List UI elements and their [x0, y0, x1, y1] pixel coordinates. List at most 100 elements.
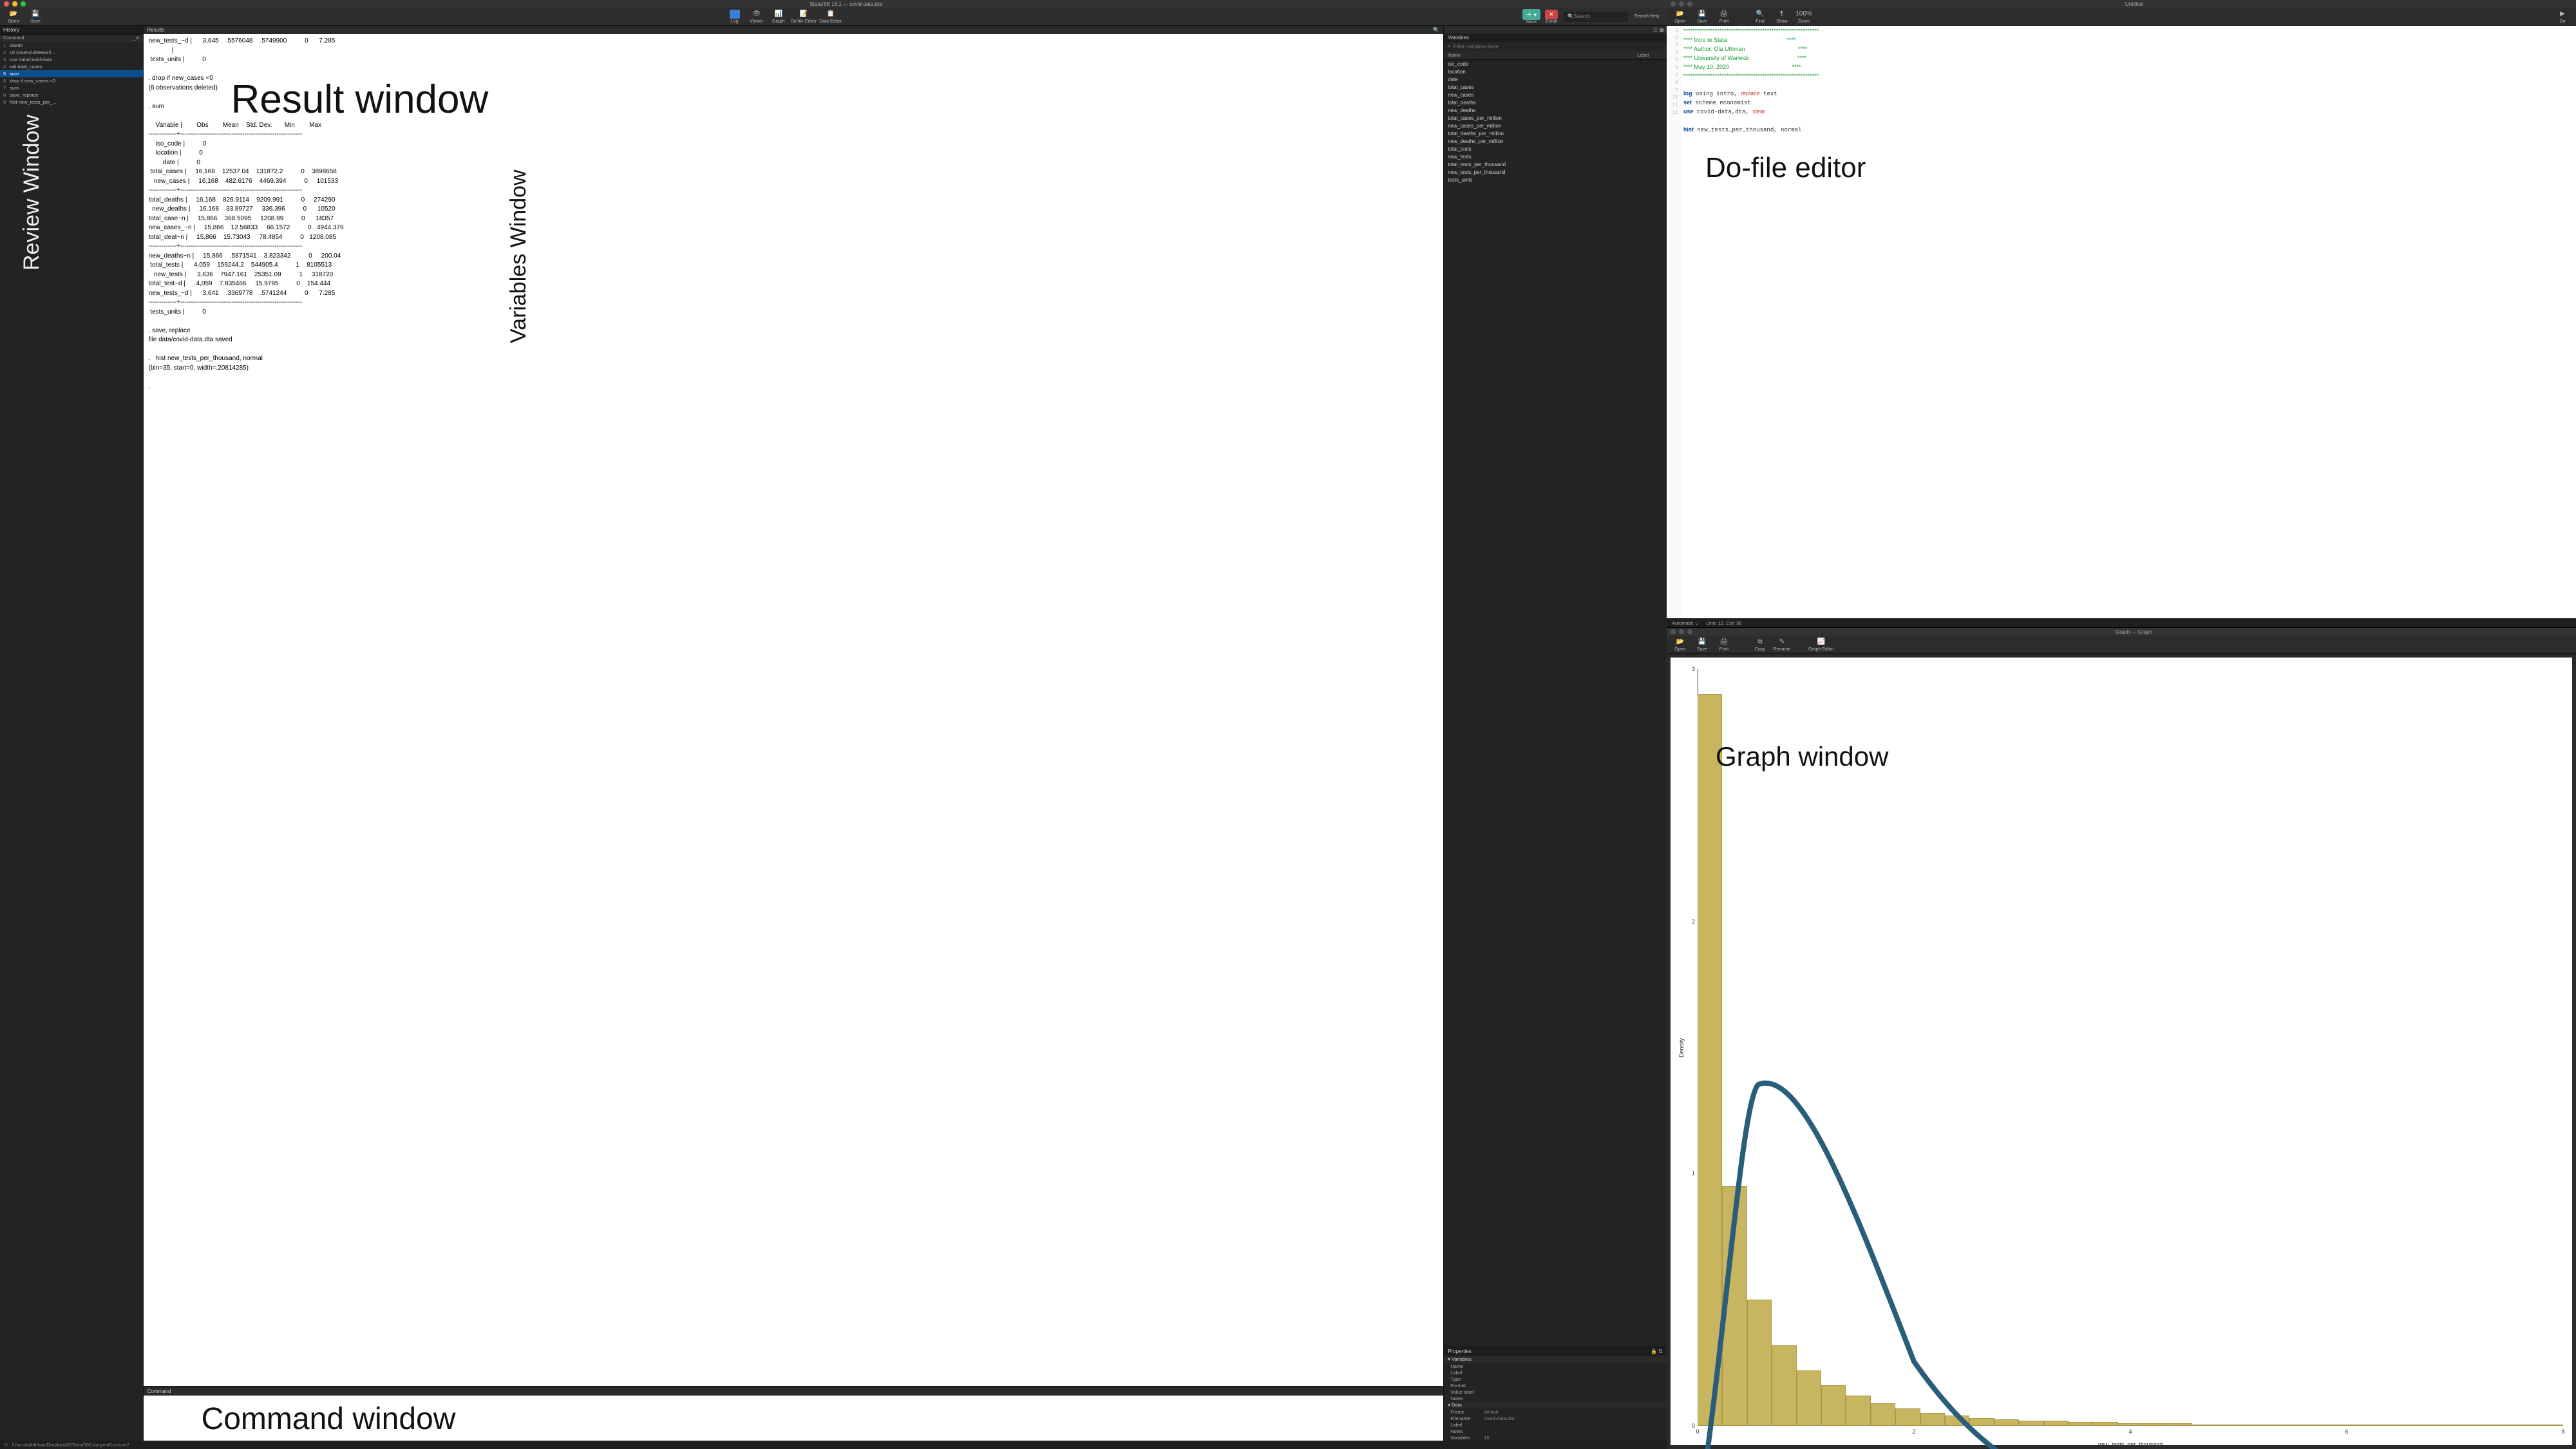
minimize-icon[interactable] — [1679, 629, 1684, 634]
x-axis-label: new_tests_per_thousand — [2098, 1441, 2163, 1448]
search-help-button[interactable]: Search Help — [1631, 8, 1663, 25]
lock-icon[interactable]: 🔒 ⇅ — [1651, 1349, 1663, 1354]
find-button[interactable]: 🔍Find — [1750, 8, 1770, 25]
zoom-button[interactable]: 100%Zoom — [1794, 8, 1814, 25]
history-item[interactable]: 8save, replace — [0, 91, 143, 99]
variable-item[interactable]: tests_units — [1444, 176, 1667, 184]
history-title: History — [0, 26, 143, 35]
overlay-label-result: Result window — [231, 73, 489, 127]
statusbar: ⊙ /Users/uthlekan/Dropbox/00Todo/000.aur… — [0, 1441, 1667, 1449]
history-item[interactable]: 2cd /Users/uthlekan/... — [0, 49, 143, 56]
show-button[interactable]: ¶Show — [1772, 8, 1792, 25]
minimize-icon[interactable] — [12, 1, 17, 6]
property-row: Label — [1444, 1421, 1667, 1428]
save-button[interactable]: 💾Save — [1692, 636, 1712, 653]
history-item[interactable]: 1doedit — [0, 42, 143, 49]
graph-window: Graph — Graph 📂Open 💾Save 🖨Print ⧉Copy ✎… — [1667, 627, 2576, 1449]
code-area[interactable]: ****************************************… — [1681, 26, 2576, 618]
results-panel: Results 🔍 new_tests_~d | 3,645 .5576048 … — [144, 26, 1444, 1386]
center-column: Results 🔍 new_tests_~d | 3,645 .5576048 … — [144, 26, 1444, 1441]
variable-item[interactable]: total_cases — [1444, 83, 1667, 91]
status-icon: ⊙ — [4, 1442, 8, 1448]
panel-tabs[interactable]: ☰ ▦ — [1444, 26, 1667, 33]
variable-item[interactable]: new_cases — [1444, 91, 1667, 99]
close-icon[interactable] — [4, 1, 9, 6]
close-icon[interactable] — [1671, 629, 1676, 634]
history-item[interactable]: 5sum — [0, 70, 143, 77]
graph-canvas[interactable]: 0123 02468 Density new_tests_per_thousan… — [1671, 658, 2572, 1445]
property-row: Label — [1444, 1369, 1667, 1376]
search-icon[interactable]: 🔍 — [1433, 27, 1439, 33]
break-button[interactable]: ✕Break — [1542, 8, 1561, 25]
history-item[interactable]: 6drop if new_cases <0 — [0, 77, 143, 84]
variable-item[interactable]: total_tests_per_thousand — [1444, 160, 1667, 168]
variable-item[interactable]: new_deaths_per_million — [1444, 137, 1667, 145]
more-button[interactable]: ＋ ▾More — [1522, 8, 1541, 25]
property-row: Variables16 — [1444, 1434, 1667, 1441]
maximize-icon[interactable] — [1687, 629, 1692, 634]
variable-item[interactable]: new_cases_per_million — [1444, 122, 1667, 129]
viewer-button[interactable]: 👁Viewer — [747, 8, 766, 25]
search-input[interactable]: 🔍 Search — [1564, 12, 1628, 22]
working-dir: /Users/uthlekan/Dropbox/00Todo/000.aurge… — [12, 1442, 129, 1448]
variable-item[interactable]: new_tests_per_thousand — [1444, 168, 1667, 176]
variables-columns: Name Label — [1444, 51, 1667, 60]
log-button[interactable]: Log — [725, 8, 744, 25]
language-selector[interactable]: Automatic ⌄ — [1672, 620, 1699, 626]
properties-section-variables[interactable]: ▾ Variables — [1444, 1356, 1667, 1363]
print-button[interactable]: 🖨Print — [1714, 8, 1734, 25]
dofile-titlebar: Untitled — [1667, 0, 2576, 8]
open-button[interactable]: 📂Open — [1671, 8, 1690, 25]
close-icon[interactable] — [1671, 1, 1676, 6]
cursor-position: Line: 12, Col: 36 — [1707, 620, 1742, 626]
variable-item[interactable]: total_deaths — [1444, 99, 1667, 106]
history-item[interactable]: 7sum — [0, 84, 143, 91]
variable-item[interactable]: date — [1444, 75, 1667, 83]
graph-button[interactable]: 📊Graph — [769, 8, 788, 25]
results-output[interactable]: new_tests_~d | 3,645 .5576048 .5749900 0… — [144, 34, 1444, 1386]
graph-toolbar: 📂Open 💾Save 🖨Print ⧉Copy ✎Rename 📈Graph … — [1667, 636, 2576, 654]
variable-item[interactable]: total_deaths_per_million — [1444, 129, 1667, 137]
save-button[interactable]: 💾Save — [1692, 8, 1712, 25]
stata-main-window: Stata/SE 16.1 — covid-data.dta 📂Open 💾Sa… — [0, 0, 1667, 1449]
history-list: 1doedit2cd /Users/uthlekan/...3use data/… — [0, 42, 143, 1441]
variable-item[interactable]: total_tests — [1444, 145, 1667, 153]
properties-section-data[interactable]: ▾ Data — [1444, 1401, 1667, 1408]
history-item[interactable]: 4tab total_cases — [0, 63, 143, 70]
minimize-icon[interactable] — [1679, 1, 1684, 6]
property-row: Value label — [1444, 1388, 1667, 1395]
property-row: Notes — [1444, 1428, 1667, 1434]
dofile-editor-button[interactable]: 📝Do-file Editor — [791, 8, 817, 25]
variable-item[interactable]: new_tests — [1444, 153, 1667, 160]
variable-item[interactable]: iso_code — [1444, 60, 1667, 68]
history-item[interactable]: 3use data/covid-data — [0, 56, 143, 63]
y-axis-label: Density — [1678, 1038, 1685, 1057]
copy-button[interactable]: ⧉Copy — [1750, 636, 1770, 653]
filter-icon: ⌕ — [1448, 43, 1450, 50]
graph-editor-button[interactable]: 📈Graph Editor — [1808, 636, 1834, 653]
history-item[interactable]: 9hist new_tests_per_... — [0, 99, 143, 106]
variable-item[interactable]: location — [1444, 68, 1667, 75]
history-columns: Command _rc — [0, 35, 143, 42]
data-editor-button[interactable]: 📋Data Editor — [819, 8, 842, 25]
maximize-icon[interactable] — [1687, 1, 1692, 6]
dofile-title: Untitled — [1696, 1, 2572, 7]
command-input[interactable] — [144, 1396, 1444, 1441]
property-row: Name — [1444, 1363, 1667, 1369]
variables-filter-input[interactable] — [1454, 44, 1663, 50]
save-button[interactable]: 💾Save — [26, 8, 45, 25]
dofile-editor[interactable]: 123456789101112 ************************… — [1667, 26, 2576, 618]
variable-item[interactable]: total_cases_per_million — [1444, 114, 1667, 122]
maximize-icon[interactable] — [21, 1, 26, 6]
dofile-toolbar: 📂Open 💾Save 🖨Print 🔍Find ¶Show 100%Zoom … — [1667, 8, 2576, 26]
rename-button[interactable]: ✎Rename — [1772, 636, 1792, 653]
dofile-statusbar: Automatic ⌄ Line: 12, Col: 36 — [1667, 618, 2576, 627]
variable-item[interactable]: new_deaths — [1444, 106, 1667, 114]
open-button[interactable]: 📂Open — [4, 8, 23, 25]
dofile-window: Untitled 📂Open 💾Save 🖨Print 🔍Find ¶Show … — [1667, 0, 2576, 627]
graph-titlebar: Graph — Graph — [1667, 628, 2576, 636]
print-button[interactable]: 🖨Print — [1714, 636, 1734, 653]
overlay-label-variables: Variables Window — [504, 169, 534, 343]
do-button[interactable]: ▶Do — [2553, 8, 2572, 25]
open-button[interactable]: 📂Open — [1671, 636, 1690, 653]
